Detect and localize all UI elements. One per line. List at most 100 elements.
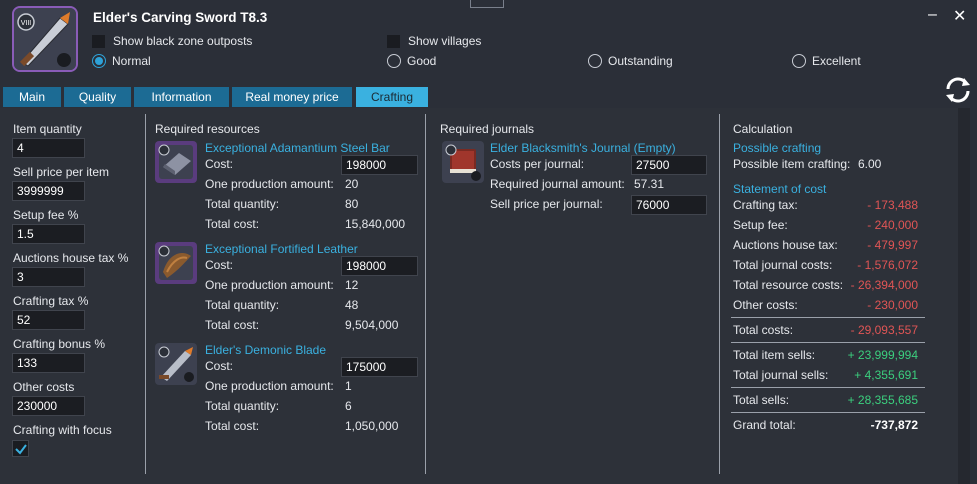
- statement-label: Total resource costs:: [733, 278, 844, 292]
- calculation-heading: Calculation: [733, 122, 793, 136]
- radio-icon[interactable]: [792, 54, 806, 68]
- steel-bar-icon: [155, 141, 197, 183]
- black-zone-checkbox[interactable]: [92, 34, 105, 48]
- grand-total-value: -737,872: [870, 418, 918, 432]
- refresh-icon[interactable]: [943, 76, 973, 104]
- statement-label: Total journal costs:: [733, 258, 833, 272]
- one-production-label: One production amount:: [205, 379, 334, 393]
- villages-checkbox[interactable]: [387, 34, 400, 48]
- tab-crafting[interactable]: Crafting: [356, 87, 428, 107]
- possible-crafting-heading: Possible crafting: [733, 141, 822, 155]
- sell-price-input[interactable]: 3999999: [12, 181, 85, 201]
- item-sells-label: Total item sells:: [733, 348, 816, 362]
- cost-label: Cost:: [205, 157, 234, 171]
- item-quantity-label: Item quantity: [13, 122, 82, 136]
- one-production-value: 1: [345, 379, 352, 393]
- focus-checkbox[interactable]: [12, 440, 29, 457]
- resource-cost-input[interactable]: 198000: [341, 256, 418, 276]
- total-quantity-label: Total quantity:: [205, 197, 280, 211]
- total-cost-label: Total cost:: [205, 419, 260, 433]
- window-title: Elder's Carving Sword T8.3: [93, 10, 268, 25]
- crafting-bonus-label: Crafting bonus %: [13, 337, 106, 351]
- resource-cost-input[interactable]: 175000: [341, 357, 418, 377]
- column-divider: [145, 114, 146, 474]
- one-production-label: One production amount:: [205, 278, 334, 292]
- other-costs-input[interactable]: 230000: [12, 396, 85, 416]
- tab-quality[interactable]: Quality: [64, 87, 131, 107]
- cost-label: Cost:: [205, 359, 234, 373]
- setup-fee-input[interactable]: 1.5: [12, 224, 85, 244]
- column-divider: [425, 114, 426, 474]
- radio-label: Good: [407, 54, 437, 68]
- possible-item-value: 6.00: [858, 157, 882, 171]
- item-sells-value: + 23,999,994: [847, 348, 918, 362]
- tab-real-money-price[interactable]: Real money price: [232, 87, 352, 107]
- statement-value: - 1,576,072: [857, 258, 918, 272]
- journal-cost-label: Costs per journal:: [490, 157, 585, 171]
- checkmark-icon: [14, 443, 27, 455]
- quality-radio-normal[interactable]: Normal: [92, 54, 151, 68]
- journal-name-link[interactable]: Elder Blacksmith's Journal (Empty): [490, 141, 676, 155]
- statement-value: - 26,394,000: [850, 278, 918, 292]
- radio-icon[interactable]: [387, 54, 401, 68]
- resource-cost-input[interactable]: 198000: [341, 155, 418, 175]
- statement-label: Crafting tax:: [733, 198, 798, 212]
- resource-name-link[interactable]: Elder's Demonic Blade: [205, 343, 326, 357]
- grand-total-label: Grand total:: [733, 418, 796, 432]
- tab-information[interactable]: Information: [134, 87, 229, 107]
- one-production-label: One production amount:: [205, 177, 334, 191]
- drag-handle[interactable]: [470, 0, 504, 8]
- journal-amount-label: Required journal amount:: [490, 177, 625, 191]
- setup-fee-label: Setup fee %: [13, 208, 79, 222]
- journal-cost-input[interactable]: 27500: [631, 155, 707, 175]
- statement-label: Setup fee:: [733, 218, 788, 232]
- statement-heading: Statement of cost: [733, 182, 827, 196]
- resource-name-link[interactable]: Exceptional Adamantium Steel Bar: [205, 141, 390, 155]
- resource-name-link[interactable]: Exceptional Fortified Leather: [205, 242, 358, 256]
- sell-price-label: Sell price per item: [13, 165, 110, 179]
- journal-sell-input[interactable]: 76000: [631, 195, 707, 215]
- scrollbar[interactable]: [958, 108, 970, 484]
- crafting-tax-label: Crafting tax %: [13, 294, 89, 308]
- radio-label: Normal: [112, 54, 151, 68]
- villages-option[interactable]: Show villages: [387, 34, 481, 48]
- statement-label: Auctions house tax:: [733, 238, 838, 252]
- statement-value: - 173,488: [867, 198, 918, 212]
- quality-radio-good[interactable]: Good: [387, 54, 436, 68]
- journal-book-icon: [442, 141, 484, 183]
- black-zone-label: Show black zone outposts: [113, 34, 253, 48]
- journal-sells-value: + 4,355,691: [854, 368, 918, 382]
- radio-label: Excellent: [812, 54, 861, 68]
- statement-value: - 230,000: [867, 298, 918, 312]
- villages-label: Show villages: [408, 34, 482, 48]
- total-quantity-label: Total quantity:: [205, 399, 280, 413]
- column-divider: [719, 114, 720, 474]
- auction-tax-input[interactable]: 3: [12, 267, 85, 287]
- leather-icon: [155, 242, 197, 284]
- crafting-bonus-input[interactable]: 133: [12, 353, 85, 373]
- quality-radio-outstanding[interactable]: Outstanding: [588, 54, 673, 68]
- one-production-value: 20: [345, 177, 359, 191]
- crafting-tax-input[interactable]: 52: [12, 310, 85, 330]
- journal-sells-label: Total journal sells:: [733, 368, 829, 382]
- total-cost-value: 1,050,000: [345, 419, 399, 433]
- total-quantity-value: 80: [345, 197, 359, 211]
- other-costs-label: Other costs: [13, 380, 75, 394]
- total-cost-value: 9,504,000: [345, 318, 399, 332]
- radio-icon[interactable]: [588, 54, 602, 68]
- total-quantity-value: 48: [345, 298, 359, 312]
- auction-tax-label: Auctions house tax %: [13, 251, 129, 265]
- item-quantity-input[interactable]: 4: [12, 138, 85, 158]
- quality-radio-excellent[interactable]: Excellent: [792, 54, 861, 68]
- journal-amount-value: 57.31: [634, 177, 665, 191]
- black-zone-option[interactable]: Show black zone outposts: [92, 34, 252, 48]
- close-button[interactable]: ✕: [953, 6, 966, 26]
- total-quantity-value: 6: [345, 399, 352, 413]
- radio-icon-selected[interactable]: [92, 54, 106, 68]
- possible-item-label: Possible item crafting:: [733, 157, 851, 171]
- tab-main[interactable]: Main: [3, 87, 61, 107]
- journals-heading: Required journals: [440, 122, 535, 136]
- svg-text:VIII: VIII: [21, 20, 32, 27]
- divider: [731, 412, 925, 413]
- minimize-button[interactable]: ‒: [928, 6, 937, 24]
